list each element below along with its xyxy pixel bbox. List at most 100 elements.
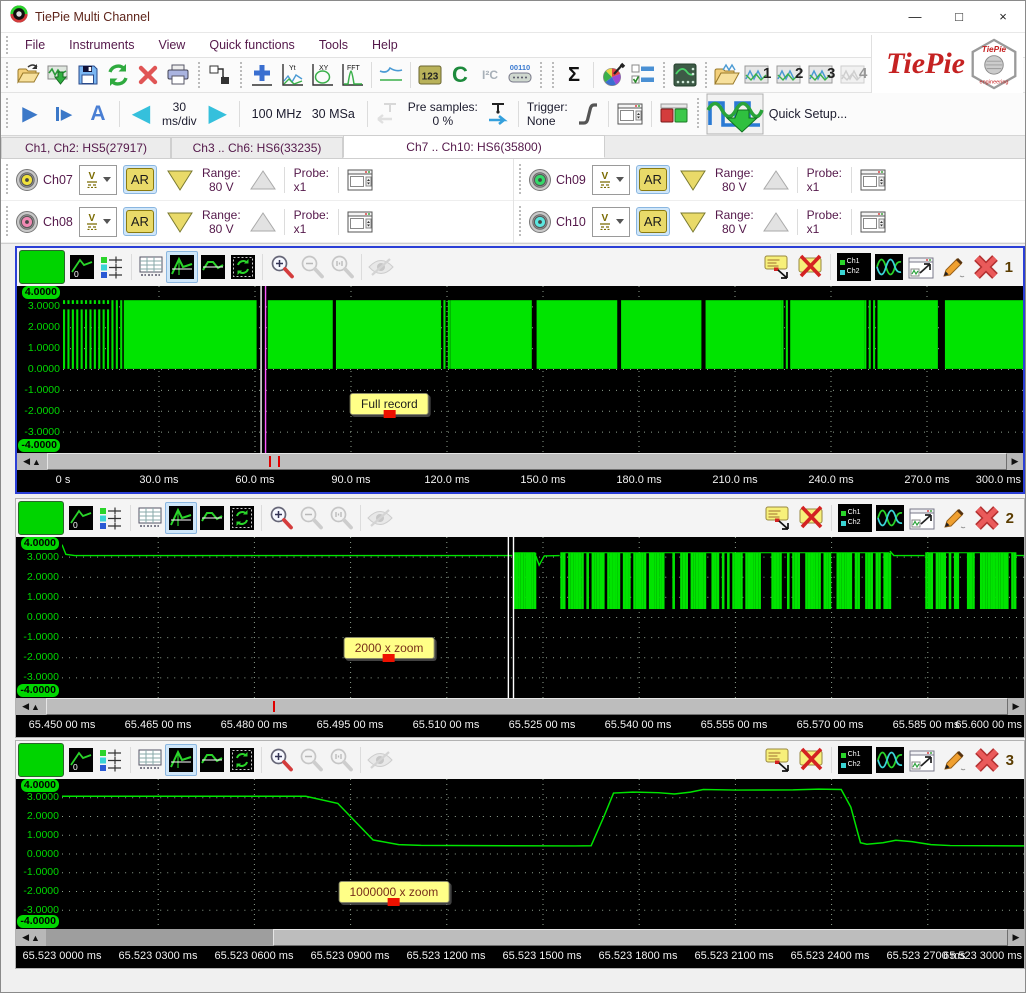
coupling-select[interactable]: V — [592, 207, 630, 237]
range-up-button[interactable] — [759, 207, 793, 237]
range-up-button[interactable] — [246, 165, 280, 195]
toolbar-grip[interactable] — [238, 62, 245, 89]
zoom-reset-icon[interactable] — [326, 503, 356, 533]
plot-area[interactable]: 1000000 x zoom — [62, 779, 1024, 929]
comment-note[interactable]: Full record — [350, 393, 429, 415]
zero-offset-icon[interactable]: 0 — [67, 252, 97, 282]
range-down-button[interactable] — [163, 165, 197, 195]
scroll-thumb[interactable] — [46, 698, 1008, 715]
settings-list-icon[interactable] — [628, 60, 658, 90]
toolbar-grip[interactable] — [517, 164, 524, 196]
close-graph-icon[interactable] — [970, 503, 1004, 533]
scroll-thumb[interactable] — [47, 453, 1007, 470]
remove-comment-icon[interactable] — [795, 503, 827, 533]
toolbar-grip[interactable] — [4, 36, 11, 55]
timebase-faster-button[interactable]: ▶ — [201, 99, 235, 129]
comment-note[interactable]: 2000 x zoom — [344, 637, 435, 659]
toolbar-grip[interactable] — [695, 98, 702, 131]
timebase-slower-button[interactable]: ◀ — [124, 99, 158, 129]
menu-item-help[interactable]: Help — [360, 38, 410, 52]
legend-badge[interactable]: Ch1 Ch2 — [836, 745, 874, 775]
close-graph-icon[interactable] — [970, 745, 1004, 775]
scroll-right-button[interactable]: ▶ — [1008, 698, 1024, 715]
horizontal-scrollbar[interactable]: ◀▲ ▶ — [16, 929, 1024, 946]
yt-graph-icon[interactable]: Yt — [277, 60, 307, 90]
toolbar-grip[interactable] — [661, 62, 668, 89]
horizontal-scrollbar[interactable]: ◀▲ ▶ — [17, 453, 1023, 470]
gauge-icon[interactable]: C — [445, 60, 475, 90]
tab-3[interactable]: Ch7 .. Ch10: HS6(35800) — [343, 135, 605, 158]
sum-icon[interactable]: Σ — [559, 60, 589, 90]
edit-graph-icon[interactable] — [937, 252, 969, 282]
autorange-button[interactable]: AR — [636, 207, 670, 236]
scroll-right-button[interactable]: ▶ — [1007, 453, 1023, 470]
open-icon[interactable] — [13, 60, 43, 90]
zoom-reset-icon[interactable] — [327, 252, 357, 282]
detach-graph-icon[interactable] — [905, 252, 937, 282]
envelope-mode-icon[interactable] — [197, 745, 227, 775]
export-waveform-icon[interactable] — [43, 60, 73, 90]
scroll-thumb[interactable] — [273, 929, 1008, 946]
zoom-out-icon[interactable] — [296, 745, 326, 775]
yt-mode-icon[interactable] — [165, 502, 197, 534]
xy-graph-icon[interactable]: XY — [307, 60, 337, 90]
zoom-in-icon[interactable] — [266, 745, 296, 775]
zoom-reset-icon[interactable] — [326, 745, 356, 775]
range-down-button[interactable] — [676, 207, 710, 237]
coupling-select[interactable]: V — [79, 207, 117, 237]
zoom-out-icon[interactable] — [297, 252, 327, 282]
scroll-track[interactable] — [46, 698, 1008, 715]
horizontal-scrollbar[interactable]: ◀▲ ▶ — [16, 698, 1024, 715]
channel-settings-button[interactable] — [343, 207, 377, 237]
object-tree-icon[interactable] — [205, 60, 235, 90]
channel-toggle-button[interactable] — [656, 99, 692, 129]
auto-setup-button[interactable]: A — [81, 99, 115, 129]
hide-channels-icon[interactable] — [365, 745, 395, 775]
zero-offset-icon[interactable]: 0 — [66, 503, 96, 533]
close-graph-icon[interactable] — [969, 252, 1003, 282]
quick-setup-label[interactable]: Quick Setup... — [769, 107, 848, 121]
coupling-select[interactable]: V — [592, 165, 630, 195]
presamples-increase-icon[interactable] — [482, 99, 514, 129]
fft-graph-icon[interactable]: FFT — [337, 60, 367, 90]
hide-channels-icon[interactable] — [366, 252, 396, 282]
minimize-button[interactable]: — — [893, 1, 937, 32]
menu-item-quick-functions[interactable]: Quick functions — [197, 38, 306, 52]
line-graph-icon[interactable] — [376, 60, 406, 90]
remove-comment-icon[interactable] — [795, 745, 827, 775]
start-button[interactable]: ▶ — [13, 99, 47, 129]
waveform-plot[interactable] — [62, 779, 1024, 929]
waveform-preview-icon[interactable] — [874, 503, 906, 533]
range-up-button[interactable] — [759, 165, 793, 195]
maximize-button[interactable]: □ — [937, 1, 981, 32]
zero-offset-icon[interactable]: 0 — [66, 745, 96, 775]
toolbar-grip[interactable] — [703, 62, 710, 89]
waveform-preview-icon[interactable] — [874, 745, 906, 775]
trigger-slope-icon[interactable] — [572, 99, 604, 129]
refresh-mode-icon[interactable] — [227, 503, 257, 533]
toolbar-grip[interactable] — [4, 164, 11, 196]
legend-badge[interactable]: Ch1 Ch2 — [836, 503, 874, 533]
channel-position-icon[interactable] — [97, 252, 127, 282]
values-table-icon[interactable] — [135, 745, 165, 775]
graph-settings-icon[interactable] — [670, 60, 700, 90]
colors-icon[interactable] — [598, 60, 628, 90]
setup-3-icon[interactable]: 3 — [806, 60, 838, 90]
waveform-preview-icon[interactable] — [873, 252, 905, 282]
menu-item-view[interactable]: View — [146, 38, 197, 52]
yt-mode-icon[interactable] — [166, 251, 198, 283]
delete-icon[interactable] — [133, 60, 163, 90]
add-graph-icon[interactable] — [247, 60, 277, 90]
refresh-mode-icon[interactable] — [228, 252, 258, 282]
channel-position-icon[interactable] — [96, 503, 126, 533]
range-down-button[interactable] — [676, 165, 710, 195]
legend-badge[interactable]: Ch1 Ch2 — [835, 252, 873, 282]
coupling-select[interactable]: V — [79, 165, 117, 195]
toolbar-grip[interactable] — [4, 62, 11, 89]
add-comment-icon[interactable] — [763, 503, 795, 533]
waveform-plot[interactable] — [62, 537, 1024, 698]
hide-channels-icon[interactable] — [365, 503, 395, 533]
load-setup-icon[interactable] — [712, 60, 742, 90]
menu-item-instruments[interactable]: Instruments — [57, 38, 146, 52]
scroll-track[interactable] — [46, 929, 1008, 946]
